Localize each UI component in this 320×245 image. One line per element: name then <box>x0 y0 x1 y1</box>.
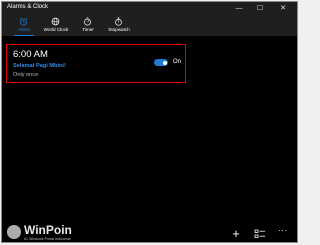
app-window: Alarms & Clock — ☐ ✕ Alarm World Clock T… <box>1 1 298 243</box>
window-title: Alarms & Clock <box>7 4 49 10</box>
alarm-name: Selamat Pagi Mbini! <box>13 63 66 69</box>
tab-bar: Alarm World Clock Timer Stopwatch <box>2 15 297 36</box>
alarm-toggle[interactable] <box>154 59 168 66</box>
maximize-button[interactable]: ☐ <box>251 2 269 15</box>
alarm-item[interactable]: 6:00 AM Selamat Pagi Mbini! Only once On <box>6 44 186 83</box>
globe-icon <box>51 17 60 26</box>
watermark-name: WinPoin <box>24 223 72 237</box>
tab-timer[interactable]: Timer <box>72 15 104 36</box>
stopwatch-icon <box>115 17 122 26</box>
tab-alarm-label: Alarm <box>18 27 30 32</box>
tab-alarm[interactable]: Alarm <box>8 15 40 36</box>
alarm-clock-icon <box>20 17 27 26</box>
tab-world-clock-label: World Clock <box>43 27 69 32</box>
toggle-state-label: On <box>173 59 182 65</box>
timer-icon <box>84 17 91 26</box>
tab-timer-label: Timer <box>82 27 94 32</box>
toggle-knob <box>162 60 167 65</box>
tab-stopwatch-label: Stopwatch <box>108 27 130 32</box>
title-bar[interactable]: Alarms & Clock — ☐ ✕ <box>2 2 297 15</box>
tab-world-clock[interactable]: World Clock <box>40 15 72 36</box>
select-icon[interactable] <box>254 229 266 239</box>
plus-icon[interactable]: + <box>230 227 242 240</box>
alarm-repeat: Only once <box>13 72 39 78</box>
watermark-tagline: #1 Windows Portal Indonesia <box>24 237 71 241</box>
more-icon[interactable]: ··· <box>277 226 289 238</box>
alarm-time: 6:00 AM <box>13 49 48 60</box>
close-button[interactable]: ✕ <box>274 2 292 15</box>
tab-stopwatch[interactable]: Stopwatch <box>103 15 135 36</box>
minimize-button[interactable]: — <box>230 2 248 15</box>
winpoin-logo-icon <box>7 225 21 239</box>
active-tab-indicator <box>14 35 34 36</box>
